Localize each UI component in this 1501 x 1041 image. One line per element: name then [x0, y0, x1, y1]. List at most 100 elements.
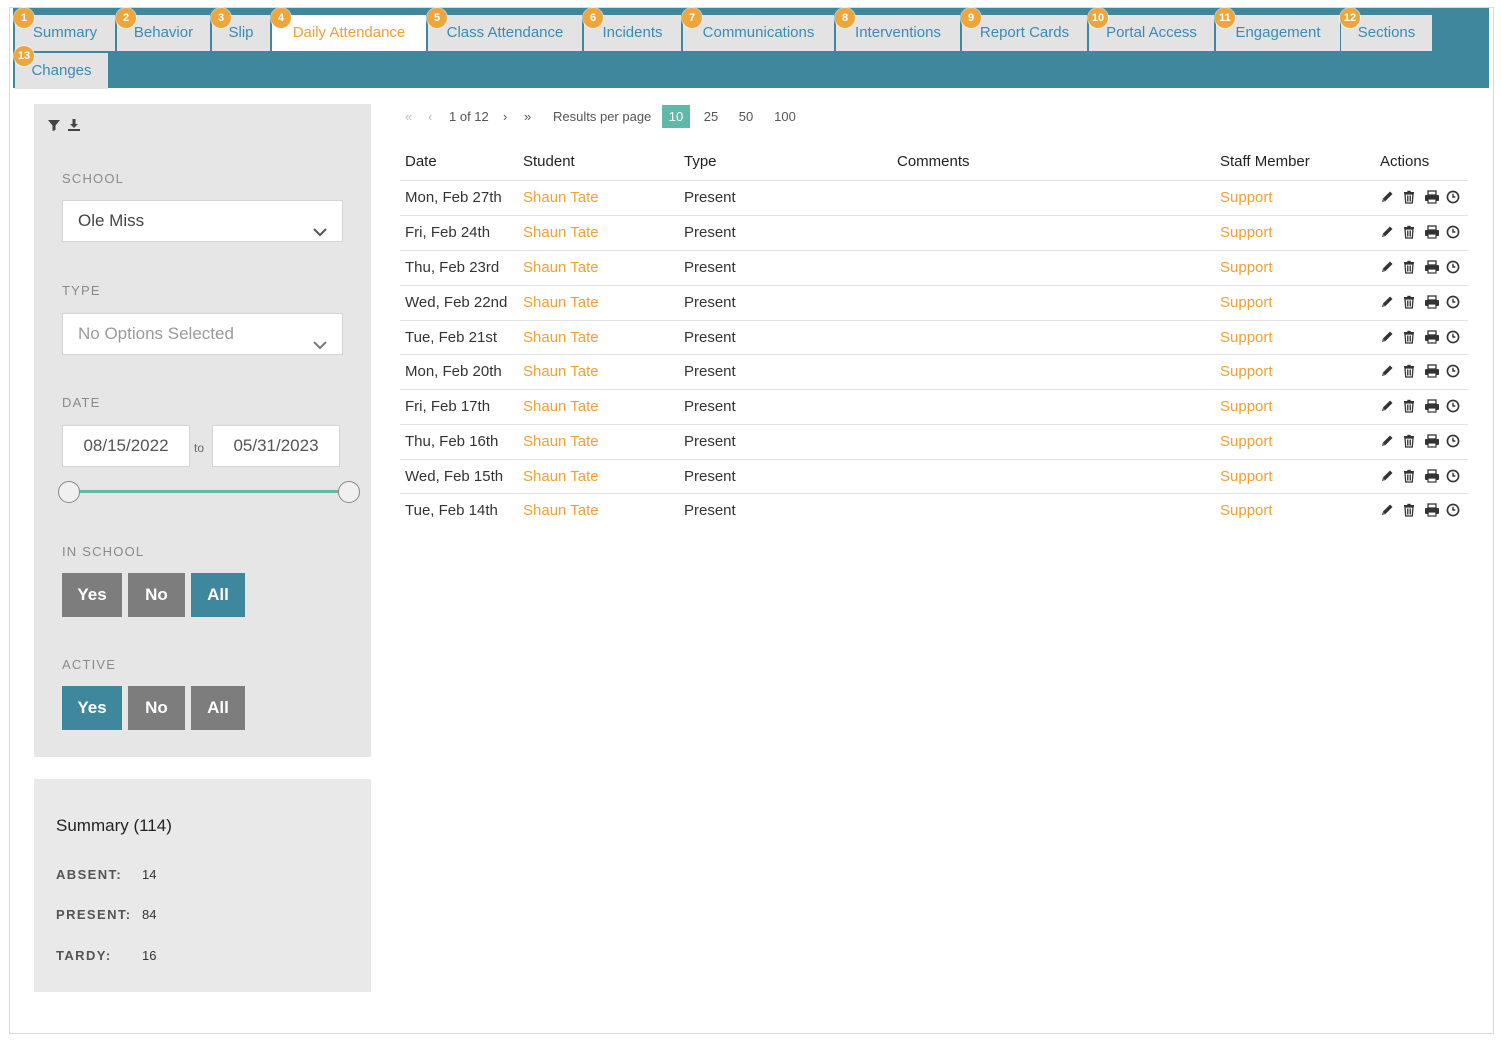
- tab-portal-access[interactable]: Portal Access: [1089, 15, 1214, 51]
- date-range-start-handle[interactable]: [58, 481, 80, 503]
- print-icon[interactable]: [1424, 434, 1440, 450]
- clock-icon[interactable]: [1446, 190, 1462, 206]
- student-link[interactable]: Shaun Tate: [523, 468, 599, 485]
- student-link[interactable]: Shaun Tate: [523, 329, 599, 346]
- pencil-icon[interactable]: [1380, 225, 1396, 241]
- cell-type: Present: [684, 398, 736, 415]
- tab-label: Changes: [31, 62, 92, 79]
- per-page-option-10[interactable]: 10: [662, 105, 690, 128]
- date-range-end-handle[interactable]: [338, 481, 360, 503]
- staff-link[interactable]: Support: [1220, 224, 1273, 241]
- pencil-icon[interactable]: [1380, 260, 1396, 276]
- pencil-icon[interactable]: [1380, 503, 1396, 519]
- print-icon[interactable]: [1424, 260, 1440, 276]
- tab-number-badge: 1: [14, 8, 34, 28]
- tab-label: Daily Attendance: [292, 24, 406, 41]
- school-select[interactable]: Ole Miss: [62, 200, 343, 242]
- in-school-all-button[interactable]: All: [191, 573, 245, 617]
- pencil-icon[interactable]: [1380, 399, 1396, 415]
- pencil-icon[interactable]: [1380, 434, 1396, 450]
- date-range-track[interactable]: [68, 490, 350, 493]
- tab-class-attendance[interactable]: Class Attendance: [428, 15, 582, 51]
- print-icon[interactable]: [1424, 225, 1440, 241]
- clock-icon[interactable]: [1446, 503, 1462, 519]
- first-page-button[interactable]: «: [405, 109, 412, 124]
- cell-type: Present: [684, 329, 736, 346]
- pencil-icon[interactable]: [1380, 364, 1396, 380]
- staff-link[interactable]: Support: [1220, 468, 1273, 485]
- clock-icon[interactable]: [1446, 260, 1462, 276]
- clock-icon[interactable]: [1446, 295, 1462, 311]
- print-icon[interactable]: [1424, 190, 1440, 206]
- per-page-option-50[interactable]: 50: [735, 105, 757, 128]
- per-page-option-100[interactable]: 100: [770, 105, 800, 128]
- trash-icon[interactable]: [1402, 295, 1418, 311]
- trash-icon[interactable]: [1402, 364, 1418, 380]
- present-label: PRESENT:: [56, 907, 132, 922]
- download-icon[interactable]: [67, 118, 81, 137]
- tab-daily-attendance[interactable]: Daily Attendance: [272, 15, 426, 51]
- print-icon[interactable]: [1424, 503, 1440, 519]
- trash-icon[interactable]: [1402, 434, 1418, 450]
- staff-link[interactable]: Support: [1220, 433, 1273, 450]
- student-link[interactable]: Shaun Tate: [523, 502, 599, 519]
- student-link[interactable]: Shaun Tate: [523, 363, 599, 380]
- pencil-icon[interactable]: [1380, 330, 1396, 346]
- type-select[interactable]: No Options Selected: [62, 313, 343, 355]
- staff-link[interactable]: Support: [1220, 329, 1273, 346]
- student-link[interactable]: Shaun Tate: [523, 398, 599, 415]
- prev-page-button[interactable]: ‹: [428, 109, 432, 124]
- student-link[interactable]: Shaun Tate: [523, 189, 599, 206]
- clock-icon[interactable]: [1446, 364, 1462, 380]
- trash-icon[interactable]: [1402, 399, 1418, 415]
- tab-communications[interactable]: Communications: [683, 15, 834, 51]
- staff-link[interactable]: Support: [1220, 502, 1273, 519]
- student-link[interactable]: Shaun Tate: [523, 259, 599, 276]
- tab-label: Incidents: [602, 24, 663, 41]
- last-page-button[interactable]: »: [524, 109, 531, 124]
- per-page-option-25[interactable]: 25: [701, 105, 721, 128]
- in-school-no-button[interactable]: No: [128, 573, 185, 617]
- next-page-button[interactable]: ›: [503, 109, 507, 124]
- tab-report-cards[interactable]: Report Cards: [962, 15, 1087, 51]
- trash-icon[interactable]: [1402, 503, 1418, 519]
- date-from-input[interactable]: 08/15/2022: [62, 425, 190, 467]
- clock-icon[interactable]: [1446, 399, 1462, 415]
- clock-icon[interactable]: [1446, 469, 1462, 485]
- in-school-yes-button[interactable]: Yes: [62, 573, 122, 617]
- pencil-icon[interactable]: [1380, 469, 1396, 485]
- active-yes-button[interactable]: Yes: [62, 686, 122, 730]
- trash-icon[interactable]: [1402, 225, 1418, 241]
- date-to-input[interactable]: 05/31/2023: [212, 425, 340, 467]
- clock-icon[interactable]: [1446, 434, 1462, 450]
- print-icon[interactable]: [1424, 295, 1440, 311]
- print-icon[interactable]: [1424, 399, 1440, 415]
- trash-icon[interactable]: [1402, 469, 1418, 485]
- tab-number-badge: 9: [961, 8, 981, 28]
- trash-icon[interactable]: [1402, 260, 1418, 276]
- active-no-button[interactable]: No: [128, 686, 185, 730]
- row-actions: [1380, 295, 1462, 311]
- tab-number-badge: 12: [1340, 8, 1360, 28]
- staff-link[interactable]: Support: [1220, 363, 1273, 380]
- table-row: Mon, Feb 20th Shaun Tate Present Support: [400, 354, 1468, 389]
- staff-link[interactable]: Support: [1220, 294, 1273, 311]
- clock-icon[interactable]: [1446, 330, 1462, 346]
- student-link[interactable]: Shaun Tate: [523, 294, 599, 311]
- student-link[interactable]: Shaun Tate: [523, 433, 599, 450]
- student-link[interactable]: Shaun Tate: [523, 224, 599, 241]
- trash-icon[interactable]: [1402, 190, 1418, 206]
- clock-icon[interactable]: [1446, 225, 1462, 241]
- staff-link[interactable]: Support: [1220, 189, 1273, 206]
- date-label: DATE: [62, 395, 101, 410]
- trash-icon[interactable]: [1402, 330, 1418, 346]
- staff-link[interactable]: Support: [1220, 259, 1273, 276]
- filter-icon[interactable]: [47, 118, 61, 137]
- pencil-icon[interactable]: [1380, 190, 1396, 206]
- print-icon[interactable]: [1424, 330, 1440, 346]
- active-all-button[interactable]: All: [191, 686, 245, 730]
- print-icon[interactable]: [1424, 364, 1440, 380]
- pencil-icon[interactable]: [1380, 295, 1396, 311]
- staff-link[interactable]: Support: [1220, 398, 1273, 415]
- print-icon[interactable]: [1424, 469, 1440, 485]
